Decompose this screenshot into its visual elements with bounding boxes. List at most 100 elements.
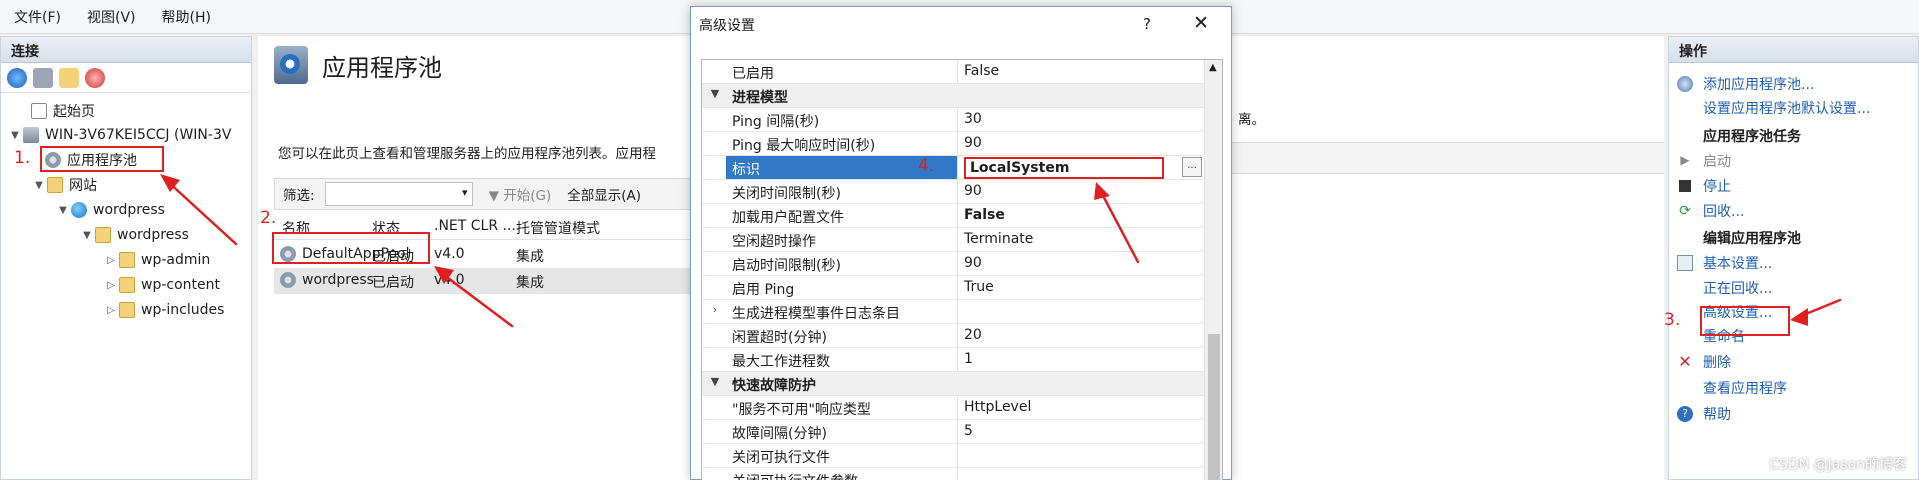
actions-panel: 操作 添加应用程序池... 设置应用程序池默认设置... 应用程序池任务 ▶ 启… [1668,36,1919,480]
annotation-number-2: 2. [260,208,277,228]
tree-item-server[interactable]: ▼ WIN-3V67KEI5CCJ (WIN-3V [9,123,231,147]
stop-action[interactable]: 停止 [1677,175,1731,197]
row-pipeline: 集成 [516,249,544,265]
server-icon [23,127,39,143]
property-row-identity[interactable]: 标识 LocalSystem ... [702,156,1204,180]
recycle-icon: ⟳ [1679,203,1691,219]
column-clr[interactable]: .NET CLR ... [434,218,516,234]
menu-file[interactable]: 文件(F) [14,7,61,27]
collapse-caret-icon[interactable]: ▼ [57,205,69,216]
folder-icon [119,302,135,318]
connect-icon[interactable] [7,67,27,88]
column-pipeline[interactable]: 托管管道模式 [516,218,600,238]
expand-caret-icon[interactable]: ▷ [105,280,117,291]
property-category[interactable]: ▼ 进程模型 [702,84,1204,108]
filter-bar: 筛选: ▼ 开始(G) 全部显示(A) [274,178,693,210]
page-title: 应用程序池 [274,46,442,84]
recycling-link[interactable]: 正在回收... [1703,277,1772,299]
property-row[interactable]: Ping 最大响应时间(秒) 90 [702,132,1204,156]
property-row[interactable]: 关闭时间限制(秒) 90 [702,180,1204,204]
tree-item-wp-admin[interactable]: ▷ wp-admin [105,248,210,272]
property-row[interactable]: Ping 间隔(秒) 30 [702,108,1204,132]
help-action[interactable]: ? 帮助 [1677,403,1731,425]
annotation-box-wordpress-row [272,232,430,264]
annotation-box-advanced [1700,306,1790,336]
folder-icon [95,227,111,243]
filter-input[interactable] [324,182,473,206]
add-app-pool-link[interactable]: 添加应用程序池... [1677,73,1814,95]
ellipsis-button[interactable]: ... [1182,157,1202,177]
property-row[interactable]: › 生成进程模型事件日志条目 [702,300,1204,324]
globe-icon [71,202,87,218]
property-row[interactable]: 关闭可执行文件 [702,444,1204,468]
collapse-caret-icon[interactable]: ▼ [9,130,21,141]
property-row[interactable]: 加载用户配置文件 False [702,204,1204,228]
menu-view[interactable]: 视图(V) [87,7,136,27]
start-action[interactable]: ▶ 启动 [1677,150,1731,172]
annotation-number-4: 4. [918,156,935,176]
tree-item-start-page[interactable]: 起始页 [17,99,95,123]
collapse-caret-icon[interactable]: ▼ [708,375,722,388]
show-all-button[interactable]: 全部显示(A) [567,184,641,204]
expand-caret-icon[interactable]: ▷ [105,305,117,316]
basic-settings-link[interactable]: 基本设置... [1677,252,1772,274]
property-row[interactable]: 最大工作进程数 1 [702,348,1204,372]
property-grid: 已启用 False ▼ 进程模型 Ping 间隔(秒) 30 Ping 最大响应… [701,59,1223,480]
stop-icon [1679,180,1691,192]
filter-label: 筛选: [283,188,315,204]
property-row[interactable]: 故障间隔(分钟) 5 [702,420,1204,444]
property-category[interactable]: ▼ 快速故障防护 [702,372,1204,396]
tree-item-sites[interactable]: ▼ 网站 [33,173,97,197]
delete-x-icon: ✕ [1678,352,1692,371]
expand-caret-icon[interactable]: › [708,303,722,316]
property-row[interactable]: 启动时间限制(秒) 90 [702,252,1204,276]
annotation-number-1: 1. [14,148,31,168]
edit-section-header: 编辑应用程序池 [1703,231,1801,247]
property-row[interactable]: 启用 Ping True [702,276,1204,300]
tree-item-wp-content[interactable]: ▷ wp-content [105,273,220,297]
property-row[interactable]: "服务不可用"响应类型 HttpLevel [702,396,1204,420]
disconnect-icon[interactable] [85,67,105,88]
table-row-selected[interactable]: wordpress 已启动 v4.0 集成 [274,268,693,294]
annotation-box-app-pools [40,146,164,172]
recycle-action[interactable]: ⟳ 回收... [1677,200,1744,222]
property-grid-scrollbar[interactable]: ▲ [1204,60,1222,480]
collapse-caret-icon[interactable]: ▼ [708,87,722,100]
close-button[interactable]: ✕ [1193,12,1209,34]
save-icon[interactable] [33,67,53,88]
tree-item-folder-wordpress[interactable]: ▼ wordpress [81,223,189,247]
start-filter-button[interactable]: ▼ 开始(G) [489,184,552,204]
dialog-title: 高级设置 [699,18,755,34]
row-name: wordpress [302,272,374,288]
start-page-icon [31,103,47,119]
advanced-settings-dialog: 高级设置 ? ✕ 已启用 False ▼ 进程模型 Ping 间隔(秒) 30 … [690,6,1232,480]
row-clr: v4.0 [434,272,465,288]
property-row[interactable]: 空闲超时操作 Terminate [702,228,1204,252]
connections-panel: 连接 起始页 ▼ WIN-3V67KEI5CCJ (WIN-3V 应用程序池 ▼… [0,36,252,480]
property-row[interactable]: 闲置超时(分钟) 20 [702,324,1204,348]
set-defaults-link[interactable]: 设置应用程序池默认设置... [1703,97,1870,119]
menu-help[interactable]: 帮助(H) [162,7,211,27]
tree-item-site-wordpress[interactable]: ▼ wordpress [57,198,165,222]
delete-action[interactable]: ✕ 删除 [1677,351,1731,373]
app-pool-icon [274,46,308,84]
view-applications-link[interactable]: 查看应用程序 [1703,377,1787,399]
collapse-caret-icon[interactable]: ▼ [33,180,45,191]
property-row[interactable]: 已启用 False [702,60,1204,84]
help-button[interactable]: ? [1143,15,1151,33]
add-pool-icon [1677,76,1693,92]
annotation-number-3: 3. [1664,310,1681,330]
tree-item-wp-includes[interactable]: ▷ wp-includes [105,298,224,322]
expand-caret-icon[interactable]: ▷ [105,255,117,266]
property-row[interactable]: 关闭可执行文件参数 [702,468,1204,480]
folder-icon [119,252,135,268]
scroll-up-icon[interactable]: ▲ [1209,62,1217,73]
scrollbar-thumb[interactable] [1208,334,1220,480]
identity-field[interactable]: LocalSystem [964,157,1164,179]
actions-header: 操作 [1669,37,1918,63]
collapse-caret-icon[interactable]: ▼ [81,230,93,241]
sites-icon [47,177,63,193]
up-folder-icon[interactable] [59,67,79,88]
filter-bar-extension [1232,142,1664,174]
settings-page-icon [1677,255,1693,271]
